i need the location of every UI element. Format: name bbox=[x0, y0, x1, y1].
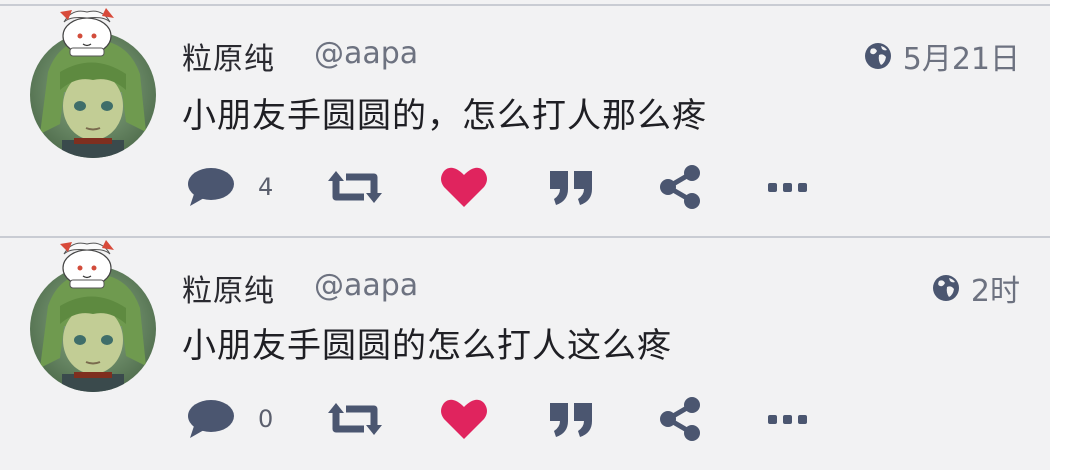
author-handle[interactable]: @aapa bbox=[314, 36, 418, 71]
screen-edge bbox=[1050, 0, 1080, 470]
author-name[interactable]: 粒原纯 bbox=[182, 34, 275, 78]
avatar-badge-icon bbox=[60, 8, 114, 57]
post-time[interactable]: 5月21日 bbox=[903, 34, 1020, 78]
post-time[interactable]: 2时 bbox=[971, 266, 1020, 310]
share-button[interactable] bbox=[658, 162, 702, 212]
author-name[interactable]: 粒原纯 bbox=[182, 266, 275, 310]
reply-count: 4 bbox=[258, 173, 274, 201]
more-icon bbox=[768, 183, 807, 192]
reply-count: 0 bbox=[258, 405, 274, 433]
quote-button[interactable] bbox=[548, 162, 594, 212]
post-meta: 2时 bbox=[931, 266, 1020, 310]
post-text: 小朋友手圆圆的怎么打人这么疼 bbox=[182, 326, 672, 366]
quote-button[interactable] bbox=[548, 394, 594, 444]
more-icon bbox=[768, 415, 807, 424]
more-button[interactable] bbox=[768, 162, 808, 212]
boost-button[interactable] bbox=[328, 162, 382, 212]
avatar-badge-icon bbox=[60, 240, 114, 289]
like-button[interactable] bbox=[440, 394, 488, 444]
share-button[interactable] bbox=[658, 394, 702, 444]
post[interactable]: 粒原纯 @aapa 5月21日 小朋友手圆圆的，怎么打人那么疼 4 bbox=[0, 4, 1050, 236]
timeline: 粒原纯 @aapa 5月21日 小朋友手圆圆的，怎么打人那么疼 4 粒原纯 @a… bbox=[0, 0, 1050, 470]
globe-icon bbox=[932, 275, 959, 301]
quote-icon bbox=[550, 403, 592, 437]
boost-button[interactable] bbox=[328, 394, 382, 444]
reply-icon bbox=[188, 168, 234, 206]
post-actions: 0 bbox=[186, 394, 826, 444]
more-button[interactable] bbox=[768, 394, 808, 444]
share-icon bbox=[660, 397, 700, 441]
heart-icon bbox=[441, 399, 487, 439]
reply-icon bbox=[188, 400, 234, 438]
boost-icon bbox=[328, 403, 382, 435]
boost-icon bbox=[328, 171, 382, 203]
post-text: 小朋友手圆圆的，怎么打人那么疼 bbox=[182, 96, 707, 136]
share-icon bbox=[660, 165, 700, 209]
post-meta: 5月21日 bbox=[863, 34, 1020, 78]
heart-icon bbox=[441, 167, 487, 207]
quote-icon bbox=[550, 171, 592, 205]
reply-button[interactable]: 0 bbox=[186, 394, 273, 444]
like-button[interactable] bbox=[440, 162, 488, 212]
reply-button[interactable]: 4 bbox=[186, 162, 273, 212]
globe-icon bbox=[864, 43, 891, 69]
post[interactable]: 粒原纯 @aapa 2时 小朋友手圆圆的怎么打人这么疼 0 bbox=[0, 236, 1050, 468]
author-handle[interactable]: @aapa bbox=[314, 268, 418, 303]
post-actions: 4 bbox=[186, 162, 826, 212]
